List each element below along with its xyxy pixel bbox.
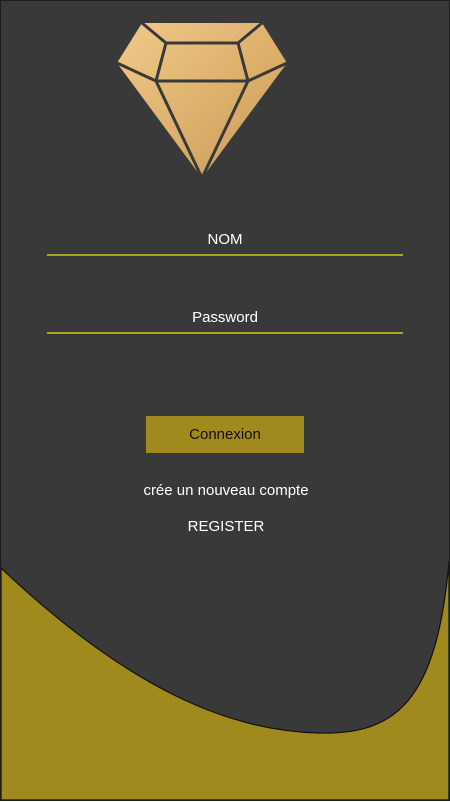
name-field[interactable] [47,224,403,256]
create-account-text: crée un nouveau compte [143,482,309,499]
login-screen: Connexion crée un nouveau compte REGISTE… [0,0,450,801]
password-field[interactable] [47,302,403,334]
register-link[interactable]: REGISTER [176,518,276,535]
diamond-icon [116,21,288,179]
login-button[interactable]: Connexion [146,416,304,453]
